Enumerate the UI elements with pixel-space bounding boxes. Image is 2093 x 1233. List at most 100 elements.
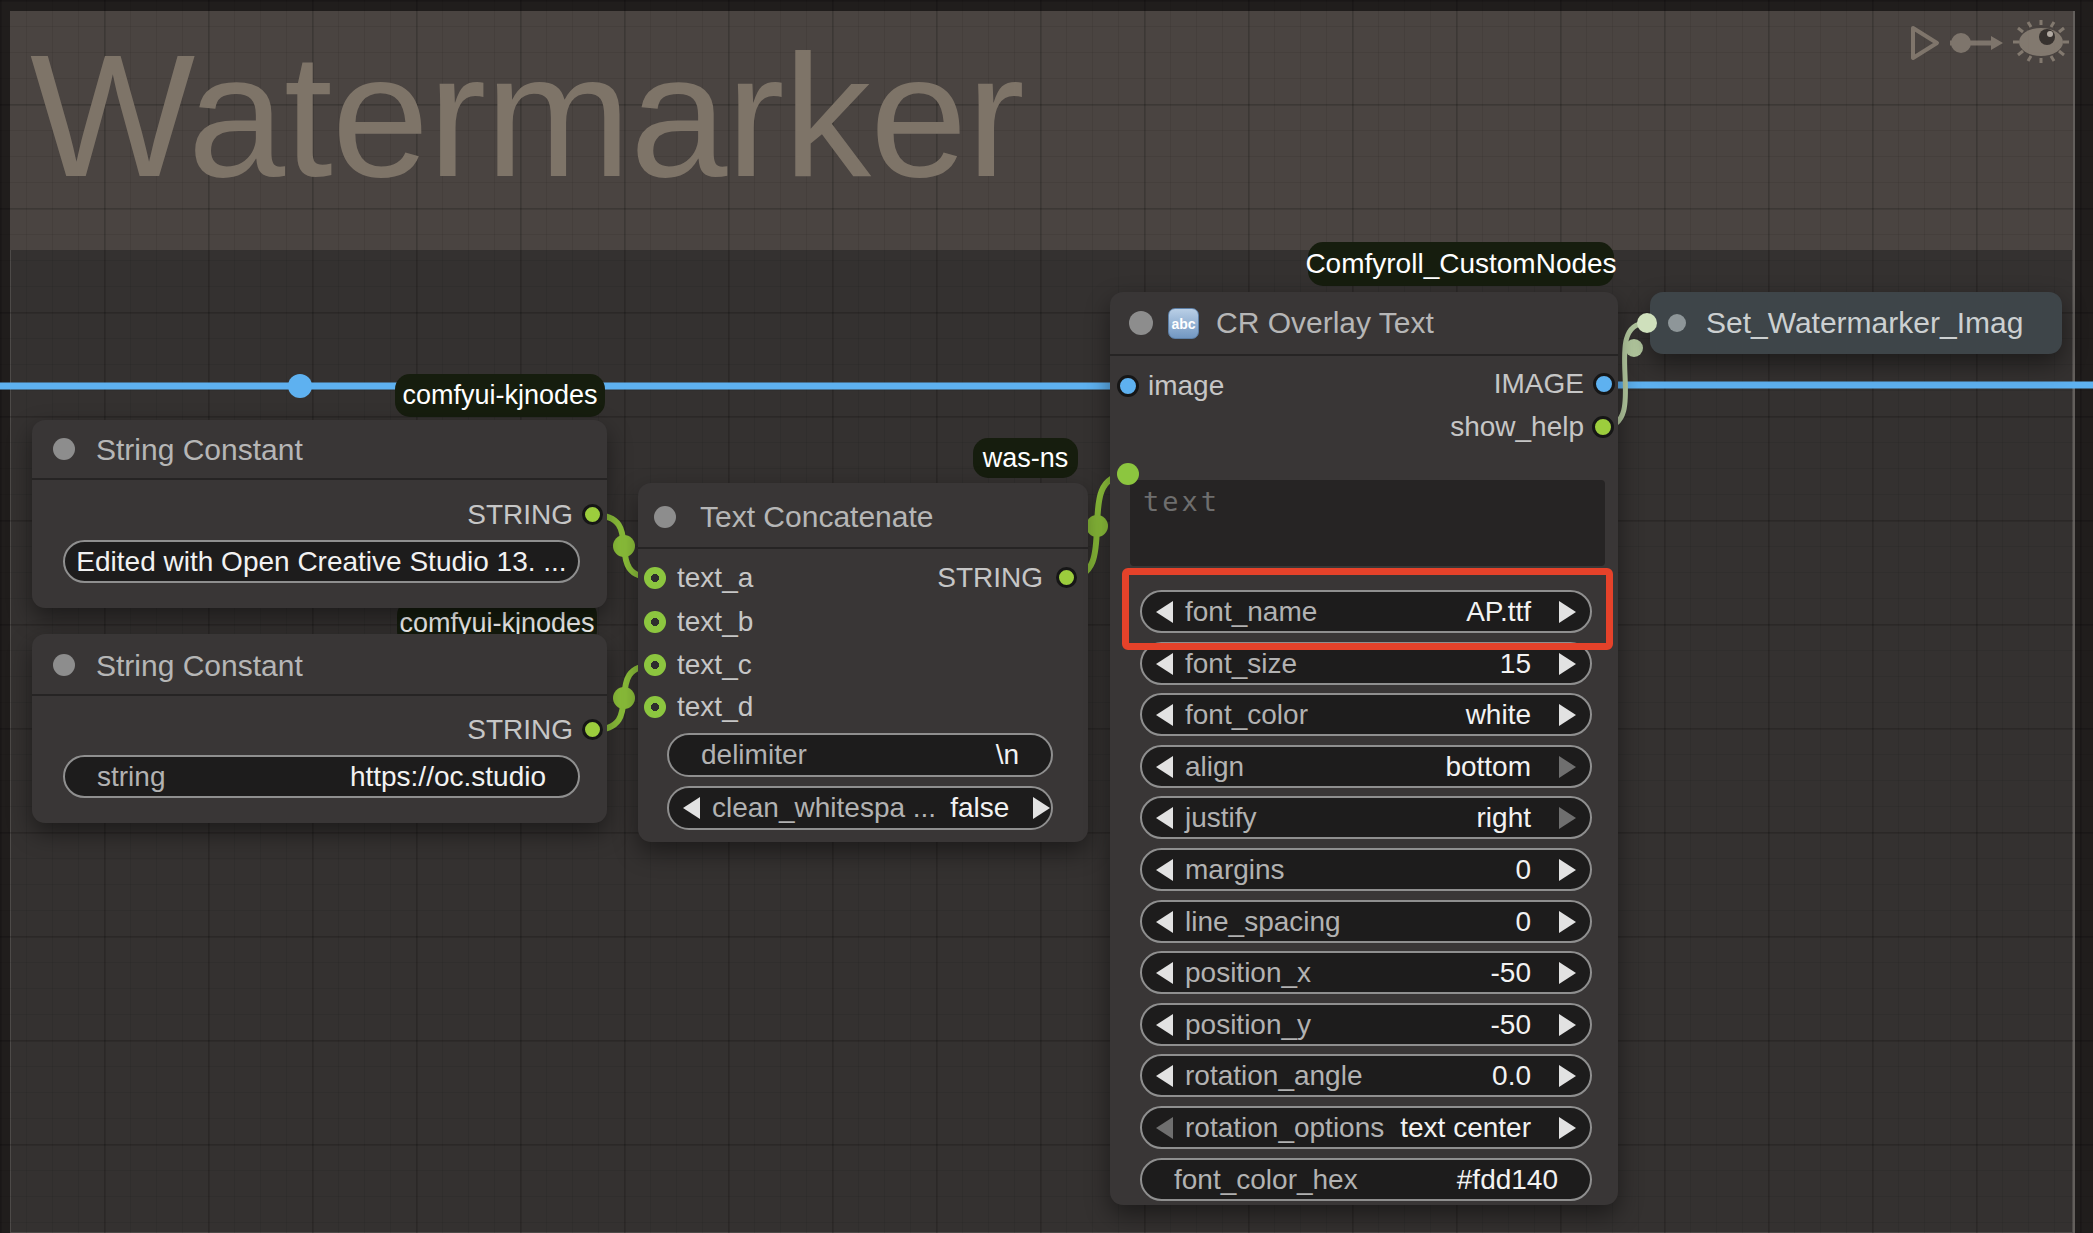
input-label-text-a: text_a	[677, 562, 753, 594]
rotation-angle-widget[interactable]: rotation_angle 0.0	[1140, 1054, 1592, 1097]
prev-arrow-icon[interactable]	[1156, 756, 1173, 778]
widget-label: position_x	[1185, 957, 1311, 989]
output-label-string: STRING	[467, 714, 573, 746]
widget-label: delimiter	[701, 739, 807, 771]
string-value-widget[interactable]: Edited with Open Creative Studio 13. ...	[63, 540, 580, 583]
input-label-text-d: text_d	[677, 691, 753, 723]
widget-label: string	[97, 761, 165, 793]
node-status-dot	[654, 506, 676, 528]
widget-value: \n	[996, 739, 1019, 771]
text-input-area[interactable]: text	[1130, 480, 1605, 566]
badge-was-ns: was-ns	[973, 438, 1078, 478]
input-port-text-a[interactable]	[644, 567, 666, 589]
widget-label: font_color	[1185, 699, 1308, 731]
node-title-bar[interactable]: String Constant	[32, 420, 607, 480]
prev-arrow-icon[interactable]	[1156, 1065, 1173, 1087]
position-x-widget[interactable]: position_x -50	[1140, 951, 1592, 994]
node-title: Text Concatenate	[700, 500, 933, 534]
prev-arrow-icon[interactable]	[1156, 911, 1173, 933]
string-widget[interactable]: string https://oc.studio	[63, 755, 580, 798]
input-port-image[interactable]	[1117, 375, 1139, 397]
next-arrow-icon[interactable]	[1559, 962, 1576, 984]
widget-value: white	[1466, 699, 1531, 731]
node-string-constant-1[interactable]: String Constant STRING Edited with Open …	[32, 420, 607, 608]
clean-whitespace-widget[interactable]: clean_whitespa ... false	[667, 786, 1053, 830]
node-string-constant-2[interactable]: String Constant STRING string https://oc…	[32, 634, 607, 823]
output-label-show-help: show_help	[1450, 411, 1584, 443]
widget-value: text center	[1400, 1112, 1531, 1144]
increment-arrow-icon[interactable]	[1033, 797, 1050, 819]
eye-icon[interactable]	[2012, 18, 2070, 66]
align-widget[interactable]: align bottom	[1140, 745, 1592, 788]
line-spacing-widget[interactable]: line_spacing 0	[1140, 900, 1592, 943]
next-arrow-icon[interactable]	[1559, 704, 1576, 726]
next-arrow-icon[interactable]	[1559, 756, 1576, 778]
prev-arrow-icon[interactable]	[1156, 1014, 1173, 1036]
next-arrow-icon[interactable]	[1559, 911, 1576, 933]
text-widget-input-port[interactable]	[1117, 463, 1139, 485]
next-arrow-icon[interactable]	[1559, 653, 1576, 675]
string-link-3-dot	[1086, 515, 1108, 537]
widget-label: rotation_angle	[1185, 1060, 1362, 1092]
node-text-concatenate[interactable]: Text Concatenate text_a text_b text_c te…	[638, 483, 1088, 842]
widget-label: rotation_options	[1185, 1112, 1384, 1144]
node-title-bar[interactable]: abc CR Overlay Text	[1110, 292, 1618, 356]
widget-value: false	[950, 792, 1009, 824]
node-title: CR Overlay Text	[1216, 306, 1434, 340]
output-port-string[interactable]	[582, 719, 603, 740]
justify-widget[interactable]: justify right	[1140, 796, 1592, 839]
node-status-dot	[1129, 311, 1153, 335]
position-y-widget[interactable]: position_y -50	[1140, 1003, 1592, 1046]
font-name-highlight-box	[1122, 568, 1613, 650]
rotation-options-widget[interactable]: rotation_options text center	[1140, 1106, 1592, 1149]
widget-value: 0	[1515, 906, 1531, 938]
next-arrow-icon[interactable]	[1559, 1065, 1576, 1087]
node-status-dot	[53, 438, 75, 460]
prev-arrow-icon[interactable]	[1156, 807, 1173, 829]
margins-widget[interactable]: margins 0	[1140, 848, 1592, 891]
font-color-widget[interactable]: font_color white	[1140, 693, 1592, 736]
widget-value: -50	[1491, 1009, 1531, 1041]
prev-arrow-icon[interactable]	[1156, 1117, 1173, 1139]
node-title: String Constant	[96, 433, 303, 467]
next-arrow-icon[interactable]	[1559, 1117, 1576, 1139]
output-port-show-help[interactable]	[1592, 416, 1614, 438]
output-port-string[interactable]	[1056, 567, 1077, 588]
image-link-dot[interactable]	[288, 374, 312, 398]
widget-value: -50	[1491, 957, 1531, 989]
widget-label: font_color_hex	[1174, 1164, 1358, 1196]
node-status-dot	[1668, 314, 1686, 332]
output-label-image: IMAGE	[1494, 368, 1584, 400]
input-port-text-c[interactable]	[644, 654, 666, 676]
node-set-watermarker-image[interactable]: Set_Watermarker_Imag	[1650, 292, 2062, 354]
next-arrow-icon[interactable]	[1559, 1014, 1576, 1036]
prev-arrow-icon[interactable]	[1156, 859, 1173, 881]
node-title-bar[interactable]: Text Concatenate	[638, 483, 1088, 549]
badge-comfyroll: Comfyroll_CustomNodes	[1308, 242, 1614, 286]
node-title-bar[interactable]: String Constant	[32, 634, 607, 696]
input-port-text-d[interactable]	[644, 696, 666, 718]
play-icon[interactable]	[1903, 22, 1945, 64]
next-arrow-icon[interactable]	[1559, 859, 1576, 881]
node-status-dot	[53, 654, 75, 676]
prev-arrow-icon[interactable]	[1156, 962, 1173, 984]
font-color-hex-widget[interactable]: font_color_hex #fdd140	[1140, 1158, 1592, 1201]
node-graph-canvas[interactable]: Watermarker comfyui-kjnodes comfyui-kjno…	[0, 0, 2093, 1233]
widget-label: font_size	[1185, 648, 1297, 680]
link-toggle-icon[interactable]	[1948, 29, 2004, 57]
prev-arrow-icon[interactable]	[1156, 704, 1173, 726]
input-port-text-b[interactable]	[644, 611, 666, 633]
widget-value: 0.0	[1492, 1060, 1531, 1092]
prev-arrow-icon[interactable]	[1156, 653, 1173, 675]
output-port-image[interactable]	[1593, 373, 1615, 395]
next-arrow-icon[interactable]	[1559, 807, 1576, 829]
decrement-arrow-icon[interactable]	[683, 797, 700, 819]
output-port-string[interactable]	[582, 504, 603, 525]
collapsed-input-port[interactable]	[1637, 313, 1657, 333]
widget-label: margins	[1185, 854, 1285, 886]
delimiter-widget[interactable]: delimiter \n	[667, 733, 1053, 777]
string-value: Edited with Open Creative Studio 13. ...	[76, 546, 566, 578]
textarea-placeholder: text	[1143, 486, 1220, 517]
node-cr-overlay-text[interactable]: abc CR Overlay Text image IMAGE show_hel…	[1110, 292, 1618, 1205]
widget-label: align	[1185, 751, 1244, 783]
